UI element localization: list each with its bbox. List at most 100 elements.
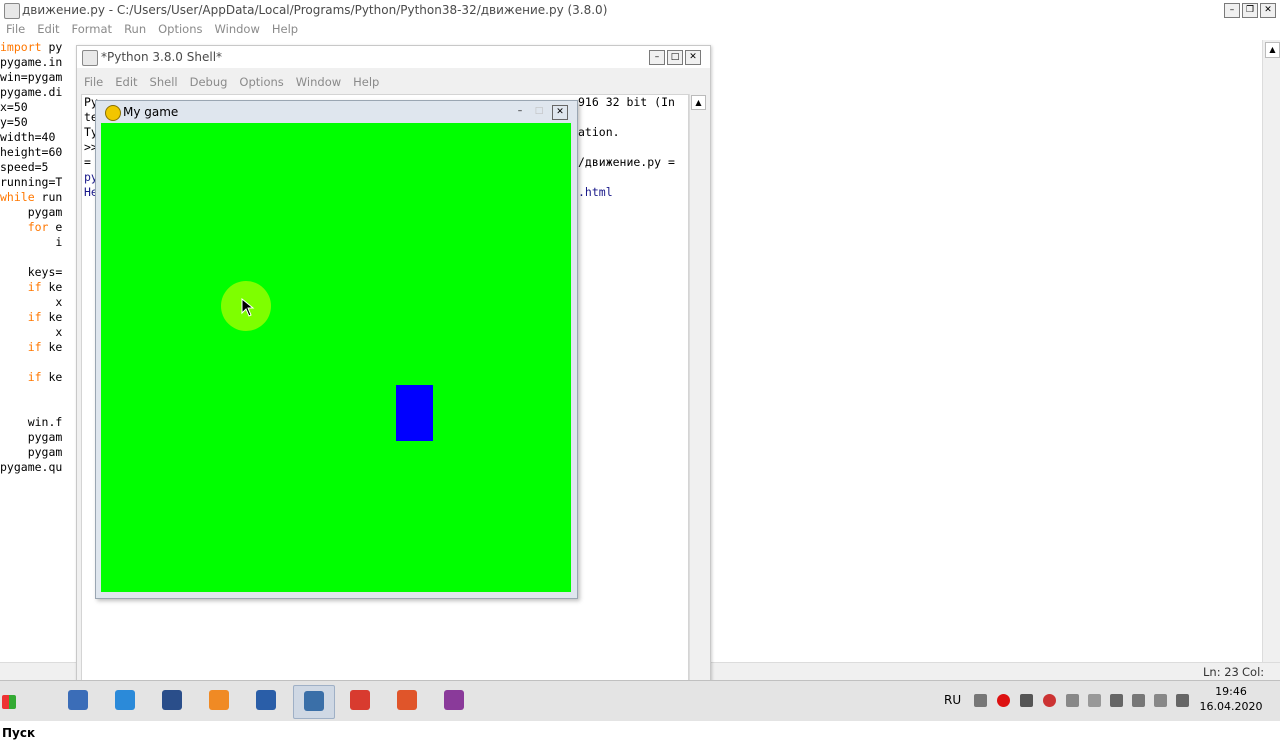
python-idle-icon [304,691,324,711]
tray-app-icon[interactable] [974,694,987,707]
scroll-up-icon[interactable]: ▲ [691,95,706,110]
menu-help[interactable]: Help [353,73,379,91]
internet-explorer-icon [115,690,135,710]
menu-options[interactable]: Options [239,73,283,91]
language-indicator[interactable]: RU [944,693,961,707]
scroll-up-icon[interactable]: ▲ [1265,42,1280,58]
code-line: x [0,295,63,309]
menu-file[interactable]: File [6,20,25,38]
code-line: win=pygam [0,70,63,84]
game-close-button[interactable]: ✕ [552,105,568,120]
ms-word-icon [256,690,276,710]
shell-minimize-button[interactable]: – [649,50,665,65]
game-window: My game – □ ✕ [95,100,578,599]
menu-file[interactable]: File [84,73,103,91]
game-canvas[interactable] [101,123,571,592]
game-titlebar: My game – □ ✕ [96,101,577,123]
shell-titlebar: *Python 3.8.0 Shell* – □ ✕ [77,46,710,68]
menu-edit[interactable]: Edit [115,73,137,91]
shield-icon[interactable] [1020,694,1033,707]
video-call-icon [444,690,464,710]
editor-title: движение.py - C:/Users/User/AppData/Loca… [22,3,608,17]
menu-shell[interactable]: Shell [150,73,178,91]
signal-icon[interactable] [1176,694,1189,707]
windows-logo-icon [2,694,16,709]
code-line: pygam [0,445,63,459]
network-icon[interactable] [1132,694,1145,707]
code-line: keys= [0,265,63,279]
code-line: height=60 [0,145,63,159]
clock-date: 16.04.2020 [1199,700,1263,713]
file-icon [82,50,98,66]
code-line: y=50 [0,115,28,129]
taskbar-app-chrome[interactable] [340,685,380,717]
taskbar-app-sublime-text[interactable] [199,685,239,717]
minimize-button[interactable]: – [1224,3,1240,18]
screen-recorder-icon [397,690,417,710]
file-icon [4,3,20,19]
media-player-icon [68,690,88,710]
shell-close-button[interactable]: ✕ [685,50,701,65]
editor-menubar: File Edit Format Run Options Window Help [6,20,1206,38]
editor-titlebar: движение.py - C:/Users/User/AppData/Loca… [0,0,1280,20]
code-line: pygam [0,430,63,444]
game-maximize-button[interactable]: □ [532,105,546,118]
menu-format[interactable]: Format [72,20,113,38]
code-line: for e [27,220,63,234]
code-line: if ke [27,280,63,294]
player-rectangle [396,385,433,441]
menu-run[interactable]: Run [124,20,146,38]
editor-scrollbar[interactable]: ▲ [1262,40,1280,662]
clock[interactable]: 19:46 16.04.2020 [1196,684,1266,714]
taskbar-app-media-player[interactable] [58,685,98,717]
taskbar-app-dev-cpp[interactable] [152,685,192,717]
taskbar-app-internet-explorer[interactable] [105,685,145,717]
start-button[interactable]: Пуск [2,685,50,740]
code-line: while run [0,190,63,204]
code-line: x [0,325,63,339]
taskbar-app-video-call[interactable] [434,685,474,717]
code-line: pygame.qu [0,460,63,474]
code-line: if ke [27,340,63,354]
code-editor[interactable]: import py pygame.in win=pygam pygame.di x=50… [0,40,75,660]
flag-icon[interactable] [1088,694,1101,707]
shell-menubar: File Edit Shell Debug Options Window Help [84,73,391,91]
shell-title: *Python 3.8.0 Shell* [101,50,223,64]
sublime-text-icon [209,690,229,710]
mouse-cursor-icon [241,298,255,317]
code-line: x=50 [0,100,28,114]
code-line: win.f [0,415,63,429]
menu-help[interactable]: Help [272,20,298,38]
menu-window[interactable]: Window [296,73,341,91]
code-line: pygam [0,205,63,219]
menu-debug[interactable]: Debug [190,73,228,91]
taskbar-app-screen-recorder[interactable] [387,685,427,717]
device-icon[interactable] [1066,694,1079,707]
volume-icon[interactable] [1110,694,1123,707]
menu-options[interactable]: Options [158,20,202,38]
taskbar-app-ms-word[interactable] [246,685,286,717]
menu-window[interactable]: Window [215,20,260,38]
dev-cpp-icon [162,690,182,710]
antivirus-icon[interactable] [997,694,1010,707]
code-line: width=40 [0,130,56,144]
shell-maximize-button[interactable]: □ [667,50,683,65]
code-line: pygame.in [0,55,63,69]
game-minimize-button[interactable]: – [513,105,527,118]
code-line: if ke [27,370,63,384]
shell-scrollbar[interactable]: ▲ [689,94,706,681]
restore-button[interactable]: ❐ [1242,3,1258,18]
pygame-icon [105,105,121,121]
menu-edit[interactable]: Edit [37,20,59,38]
update-icon[interactable] [1043,694,1056,707]
game-title: My game [123,105,179,119]
status-line: Ln: 23 [1203,665,1239,679]
close-button[interactable]: ✕ [1260,3,1276,18]
usb-icon[interactable] [1154,694,1167,707]
taskbar-app-python-idle[interactable] [293,685,335,719]
code-line: running=T [0,175,63,189]
start-label: Пуск [2,726,36,740]
